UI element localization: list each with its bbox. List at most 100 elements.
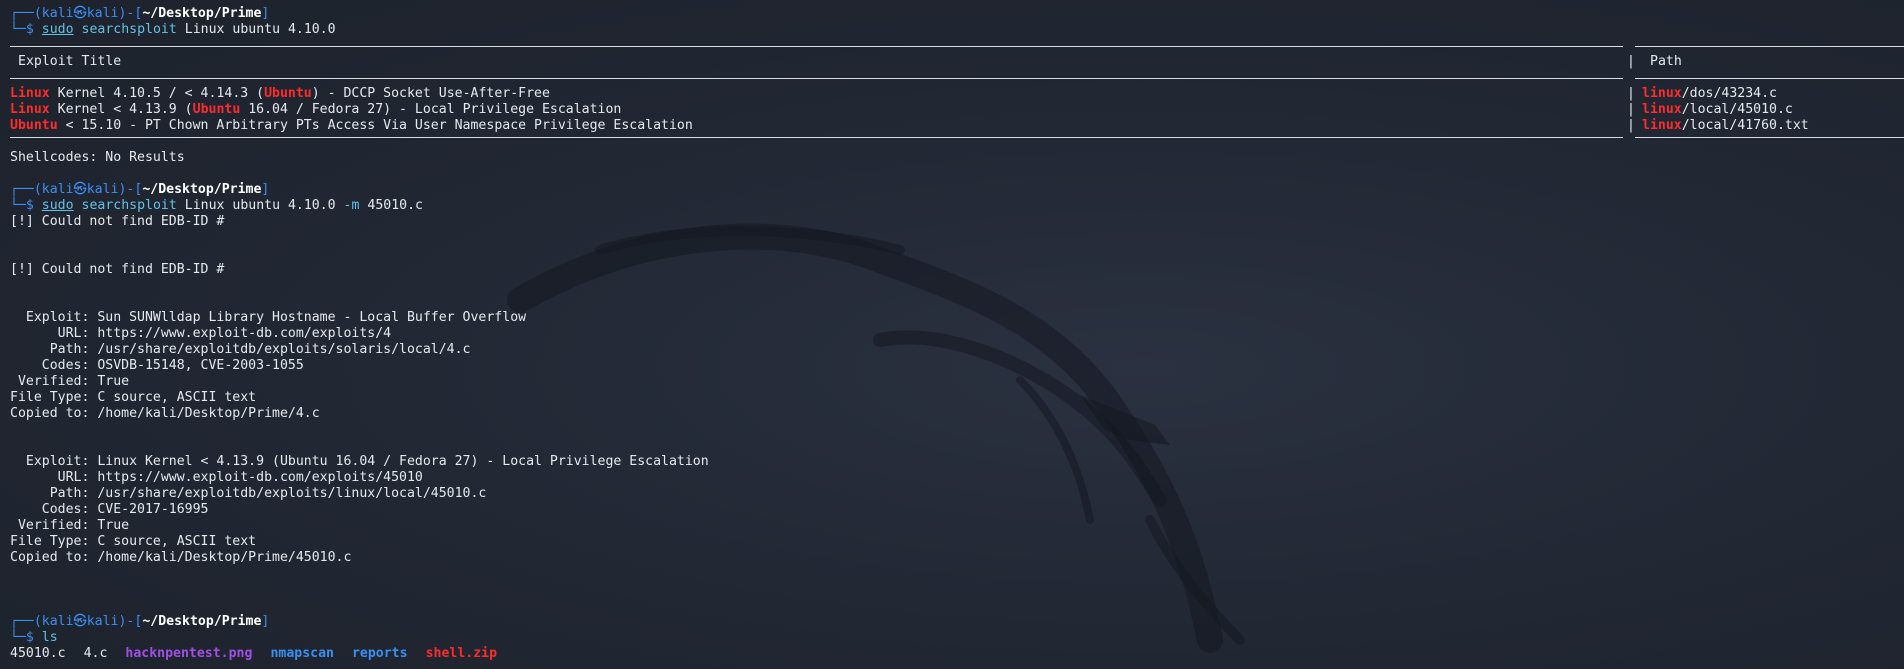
file-entry[interactable]: 45010.c xyxy=(10,646,66,661)
exploit-path: linux/dos/43234.c xyxy=(1642,86,1777,102)
exploit-details: Exploit: Sun SUNWlldap Library Hostname … xyxy=(10,310,1904,422)
exploit-title: < 15.10 - PT Chown Arbitrary PTs Access … xyxy=(57,118,693,133)
highlight-term: linux xyxy=(1642,86,1682,101)
prompt-line: ┌──(kali㉿kali)-[~/Desktop/Prime] xyxy=(10,614,1904,630)
image-file-entry[interactable]: hacknpentest.png xyxy=(125,646,252,661)
highlight-term: linux xyxy=(1642,102,1682,117)
table-rule xyxy=(1635,137,1904,138)
table-spacer xyxy=(10,70,1904,86)
prompt-corner: └─ xyxy=(10,198,26,213)
highlight-term: Linux xyxy=(10,86,50,101)
archive-file-entry[interactable]: shell.zip xyxy=(426,646,497,661)
searchsploit-command: searchsploit xyxy=(81,22,177,37)
prompt-user: kali xyxy=(41,6,74,21)
highlight-term: Ubuntu xyxy=(264,86,312,101)
detail-verified: Verified: True xyxy=(10,518,130,533)
highlight-term: linux xyxy=(1642,118,1682,133)
prompt-path: ~/Desktop/Prime xyxy=(142,614,262,629)
command-args: Linux ubuntu 4.10.0 xyxy=(184,22,336,37)
path-text: /local/45010.c xyxy=(1681,102,1793,117)
command-line[interactable]: └─$ sudo searchsploit Linux ubuntu 4.10.… xyxy=(10,22,1904,38)
highlight-term: Ubuntu xyxy=(10,118,58,133)
prompt-corner: └─ xyxy=(10,22,26,37)
path-text: /local/41760.txt xyxy=(1681,118,1809,133)
detail-url[interactable]: URL: https://www.exploit-db.com/exploits… xyxy=(10,470,1904,486)
highlight-term: Linux xyxy=(10,102,50,117)
detail-url[interactable]: URL: https://www.exploit-db.com/exploits… xyxy=(10,326,1904,342)
highlight-term: Ubuntu xyxy=(192,102,241,117)
prompt-host: kali xyxy=(86,6,119,21)
sudo-command: sudo xyxy=(41,198,74,213)
prompt-host: kali xyxy=(86,614,119,629)
table-row[interactable]: Ubuntu < 15.10 - PT Chown Arbitrary PTs … xyxy=(10,118,1904,134)
prompt-corner: ┌──( xyxy=(10,614,42,629)
sudo-command: sudo xyxy=(41,22,74,37)
prompt-dollar: $ xyxy=(25,22,34,37)
directory-entry[interactable]: nmapscan xyxy=(270,646,334,661)
pipe: | xyxy=(1627,54,1635,69)
prompt-separator: )-[ xyxy=(118,6,143,21)
prompt-at-symbol: ㉿ xyxy=(73,182,87,197)
detail-exploit: Exploit: Sun SUNWlldap Library Hostname … xyxy=(10,310,527,325)
detail-filetype: File Type: C source, ASCII text xyxy=(10,534,257,549)
prompt-separator: )-[ xyxy=(118,182,143,197)
detail-path: Path: /usr/share/exploitdb/exploits/linu… xyxy=(10,486,487,501)
prompt-user: kali xyxy=(41,614,74,629)
command-line[interactable]: └─$ sudo searchsploit Linux ubuntu 4.10.… xyxy=(10,198,1904,214)
pipe: | xyxy=(1627,118,1635,133)
detail-copied: Copied to: /home/kali/Desktop/Prime/4.c xyxy=(10,406,320,421)
exploit-title-header: Exploit Title xyxy=(18,54,122,69)
table-bottom-spacer xyxy=(10,134,1904,150)
prompt-user: kali xyxy=(41,182,74,197)
prompt-at-symbol: ㉿ xyxy=(73,6,87,21)
searchsploit-command: searchsploit xyxy=(81,198,177,213)
prompt-dollar: $ xyxy=(25,198,34,213)
prompt-corner: ┌──( xyxy=(10,182,42,197)
table-row[interactable]: Linux Kernel 4.10.5 / < 4.14.3 (Ubuntu) … xyxy=(10,86,1904,102)
detail-exploit: Exploit: Linux Kernel < 4.13.9 (Ubuntu 1… xyxy=(10,454,709,469)
directory-entry[interactable]: reports xyxy=(352,646,408,661)
error-line: [!] Could not find EDB-ID # xyxy=(10,262,225,277)
exploit-title: ) - DCCP Socket Use-After-Free xyxy=(311,86,550,101)
table-header: Exploit Title | Path xyxy=(10,54,1904,70)
prompt-path: ~/Desktop/Prime xyxy=(142,182,262,197)
prompt-dollar: $ xyxy=(25,630,34,645)
exploit-title: Kernel < 4.13.9 ( xyxy=(49,102,193,117)
detail-codes: Codes: CVE-2017-16995 xyxy=(10,502,209,517)
prompt-line: ┌──(kali㉿kali)-[~/Desktop/Prime] xyxy=(10,182,1904,198)
command-args: Linux ubuntu 4.10.0 xyxy=(184,198,344,213)
file-entry[interactable]: 4.c xyxy=(84,646,108,661)
detail-path: Path: /usr/share/exploitdb/exploits/sola… xyxy=(10,342,471,357)
ls-output: 45010.c 4.c hacknpentest.png nmapscan report… xyxy=(10,646,1904,662)
detail-codes: Codes: OSVDB-15148, CVE-2003-1055 xyxy=(10,358,304,373)
prompt-at-symbol: ㉿ xyxy=(73,614,87,629)
shellcodes-line: Shellcodes: No Results xyxy=(10,150,185,165)
prompt-corner: ┌──( xyxy=(10,6,42,21)
path-text: /dos/43234.c xyxy=(1681,86,1777,101)
terminal-output: ┌──(kali㉿kali)-[~/Desktop/Prime] └─$ sud… xyxy=(10,6,1904,662)
command-line[interactable]: └─$ ls xyxy=(10,630,1904,646)
command-args: 45010.c xyxy=(359,198,423,213)
prompt-path: ~/Desktop/Prime xyxy=(142,6,262,21)
path-header: Path xyxy=(1650,54,1682,69)
table-rule xyxy=(1635,78,1904,79)
prompt-bracket: ] xyxy=(261,614,270,629)
exploit-title: Kernel 4.10.5 / < 4.14.3 ( xyxy=(49,86,265,101)
detail-copied: Copied to: /home/kali/Desktop/Prime/4501… xyxy=(10,550,352,565)
detail-filetype: File Type: C source, ASCII text xyxy=(10,390,257,405)
pipe: | xyxy=(1627,86,1635,101)
prompt-corner: └─ xyxy=(10,630,26,645)
table-rule xyxy=(1635,46,1904,47)
prompt-host: kali xyxy=(86,182,119,197)
error-line: [!] Could not find EDB-ID # xyxy=(10,214,225,229)
mirror-flag: -m xyxy=(343,198,360,213)
table-row[interactable]: Linux Kernel < 4.13.9 (Ubuntu 16.04 / Fe… xyxy=(10,102,1904,118)
